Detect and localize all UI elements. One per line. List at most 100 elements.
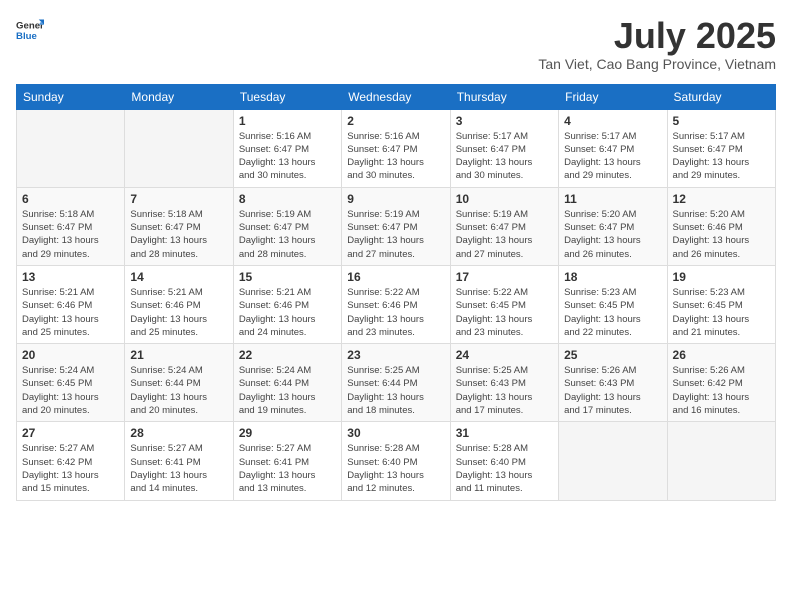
day-number: 8 [239,192,336,206]
weekday-header-cell: Monday [125,84,233,109]
day-number: 20 [22,348,119,362]
day-info: Sunrise: 5:24 AM Sunset: 6:44 PM Dayligh… [130,364,227,417]
calendar-day-cell: 28 Sunrise: 5:27 AM Sunset: 6:41 PM Dayli… [125,422,233,500]
day-number: 3 [456,114,553,128]
day-number: 17 [456,270,553,284]
svg-text:General: General [16,20,44,31]
day-number: 28 [130,426,227,440]
day-info: Sunrise: 5:24 AM Sunset: 6:44 PM Dayligh… [239,364,336,417]
day-info: Sunrise: 5:18 AM Sunset: 6:47 PM Dayligh… [130,208,227,261]
calendar-day-cell: 17 Sunrise: 5:22 AM Sunset: 6:45 PM Dayli… [450,265,558,343]
calendar-day-cell: 2Sunrise: 5:16 AM Sunset: 6:47 PM Daylig… [342,109,450,187]
calendar-day-cell: 29 Sunrise: 5:27 AM Sunset: 6:41 PM Dayli… [233,422,341,500]
calendar-day-cell: 25 Sunrise: 5:26 AM Sunset: 6:43 PM Dayli… [559,344,667,422]
calendar-day-cell: 8 Sunrise: 5:19 AM Sunset: 6:47 PM Daylig… [233,187,341,265]
day-number: 15 [239,270,336,284]
calendar-week-row: 13 Sunrise: 5:21 AM Sunset: 6:46 PM Dayli… [17,265,776,343]
calendar-day-cell: 20 Sunrise: 5:24 AM Sunset: 6:45 PM Dayli… [17,344,125,422]
calendar-day-cell: 22 Sunrise: 5:24 AM Sunset: 6:44 PM Dayli… [233,344,341,422]
day-info: Sunrise: 5:19 AM Sunset: 6:47 PM Dayligh… [456,208,553,261]
day-info: Sunrise: 5:17 AM Sunset: 6:47 PM Dayligh… [456,130,553,183]
day-number: 27 [22,426,119,440]
day-info: Sunrise: 5:20 AM Sunset: 6:46 PM Dayligh… [673,208,770,261]
day-info: Sunrise: 5:19 AM Sunset: 6:47 PM Dayligh… [239,208,336,261]
calendar-day-cell [125,109,233,187]
day-info: Sunrise: 5:17 AM Sunset: 6:47 PM Dayligh… [564,130,661,183]
calendar-week-row: 27 Sunrise: 5:27 AM Sunset: 6:42 PM Dayli… [17,422,776,500]
day-number: 21 [130,348,227,362]
weekday-header-cell: Friday [559,84,667,109]
day-info: Sunrise: 5:18 AM Sunset: 6:47 PM Dayligh… [22,208,119,261]
day-number: 13 [22,270,119,284]
weekday-header-cell: Wednesday [342,84,450,109]
calendar-week-row: 6 Sunrise: 5:18 AM Sunset: 6:47 PM Daylig… [17,187,776,265]
day-number: 7 [130,192,227,206]
calendar-day-cell: 19Sunrise: 5:23 AM Sunset: 6:45 PM Dayli… [667,265,775,343]
day-number: 30 [347,426,444,440]
calendar-day-cell: 9Sunrise: 5:19 AM Sunset: 6:47 PM Daylig… [342,187,450,265]
calendar-day-cell: 5 Sunrise: 5:17 AM Sunset: 6:47 PM Daylig… [667,109,775,187]
day-info: Sunrise: 5:26 AM Sunset: 6:42 PM Dayligh… [673,364,770,417]
calendar-day-cell: 26 Sunrise: 5:26 AM Sunset: 6:42 PM Dayli… [667,344,775,422]
day-info: Sunrise: 5:28 AM Sunset: 6:40 PM Dayligh… [347,442,444,495]
day-info: Sunrise: 5:27 AM Sunset: 6:42 PM Dayligh… [22,442,119,495]
day-number: 23 [347,348,444,362]
svg-text:Blue: Blue [16,31,37,42]
calendar-week-row: 1Sunrise: 5:16 AM Sunset: 6:47 PM Daylig… [17,109,776,187]
day-number: 6 [22,192,119,206]
calendar-day-cell: 11Sunrise: 5:20 AM Sunset: 6:47 PM Dayli… [559,187,667,265]
day-number: 22 [239,348,336,362]
day-number: 1 [239,114,336,128]
calendar-day-cell: 24 Sunrise: 5:25 AM Sunset: 6:43 PM Dayli… [450,344,558,422]
calendar-week-row: 20 Sunrise: 5:24 AM Sunset: 6:45 PM Dayli… [17,344,776,422]
calendar-day-cell [667,422,775,500]
calendar-day-cell: 12 Sunrise: 5:20 AM Sunset: 6:46 PM Dayli… [667,187,775,265]
day-number: 26 [673,348,770,362]
day-info: Sunrise: 5:27 AM Sunset: 6:41 PM Dayligh… [130,442,227,495]
day-info: Sunrise: 5:25 AM Sunset: 6:44 PM Dayligh… [347,364,444,417]
day-number: 12 [673,192,770,206]
day-number: 24 [456,348,553,362]
day-info: Sunrise: 5:21 AM Sunset: 6:46 PM Dayligh… [22,286,119,339]
calendar-day-cell [559,422,667,500]
calendar-day-cell: 21 Sunrise: 5:24 AM Sunset: 6:44 PM Dayli… [125,344,233,422]
logo-icon: General Blue [16,16,44,44]
calendar-body: 1Sunrise: 5:16 AM Sunset: 6:47 PM Daylig… [17,109,776,500]
logo: General Blue [16,16,44,44]
calendar-day-cell [17,109,125,187]
day-info: Sunrise: 5:21 AM Sunset: 6:46 PM Dayligh… [239,286,336,339]
day-info: Sunrise: 5:19 AM Sunset: 6:47 PM Dayligh… [347,208,444,261]
calendar-day-cell: 18Sunrise: 5:23 AM Sunset: 6:45 PM Dayli… [559,265,667,343]
day-number: 25 [564,348,661,362]
day-number: 2 [347,114,444,128]
calendar-day-cell: 13 Sunrise: 5:21 AM Sunset: 6:46 PM Dayli… [17,265,125,343]
day-info: Sunrise: 5:28 AM Sunset: 6:40 PM Dayligh… [456,442,553,495]
day-info: Sunrise: 5:22 AM Sunset: 6:45 PM Dayligh… [456,286,553,339]
page-header: General Blue July 2025 Tan Viet, Cao Ban… [16,16,776,72]
calendar-table: SundayMondayTuesdayWednesdayThursdayFrid… [16,84,776,501]
day-info: Sunrise: 5:27 AM Sunset: 6:41 PM Dayligh… [239,442,336,495]
calendar-day-cell: 1Sunrise: 5:16 AM Sunset: 6:47 PM Daylig… [233,109,341,187]
day-info: Sunrise: 5:24 AM Sunset: 6:45 PM Dayligh… [22,364,119,417]
calendar-day-cell: 3 Sunrise: 5:17 AM Sunset: 6:47 PM Daylig… [450,109,558,187]
day-info: Sunrise: 5:17 AM Sunset: 6:47 PM Dayligh… [673,130,770,183]
calendar-day-cell: 27 Sunrise: 5:27 AM Sunset: 6:42 PM Dayli… [17,422,125,500]
weekday-header-row: SundayMondayTuesdayWednesdayThursdayFrid… [17,84,776,109]
calendar-day-cell: 31Sunrise: 5:28 AM Sunset: 6:40 PM Dayli… [450,422,558,500]
day-number: 4 [564,114,661,128]
calendar-day-cell: 15 Sunrise: 5:21 AM Sunset: 6:46 PM Dayli… [233,265,341,343]
weekday-header-cell: Sunday [17,84,125,109]
day-number: 10 [456,192,553,206]
day-number: 29 [239,426,336,440]
day-info: Sunrise: 5:23 AM Sunset: 6:45 PM Dayligh… [564,286,661,339]
day-number: 5 [673,114,770,128]
day-info: Sunrise: 5:26 AM Sunset: 6:43 PM Dayligh… [564,364,661,417]
calendar-day-cell: 23 Sunrise: 5:25 AM Sunset: 6:44 PM Dayli… [342,344,450,422]
day-number: 16 [347,270,444,284]
calendar-day-cell: 6 Sunrise: 5:18 AM Sunset: 6:47 PM Daylig… [17,187,125,265]
title-block: July 2025 Tan Viet, Cao Bang Province, V… [538,16,776,72]
day-info: Sunrise: 5:22 AM Sunset: 6:46 PM Dayligh… [347,286,444,339]
day-info: Sunrise: 5:25 AM Sunset: 6:43 PM Dayligh… [456,364,553,417]
day-number: 14 [130,270,227,284]
calendar-day-cell: 16 Sunrise: 5:22 AM Sunset: 6:46 PM Dayli… [342,265,450,343]
